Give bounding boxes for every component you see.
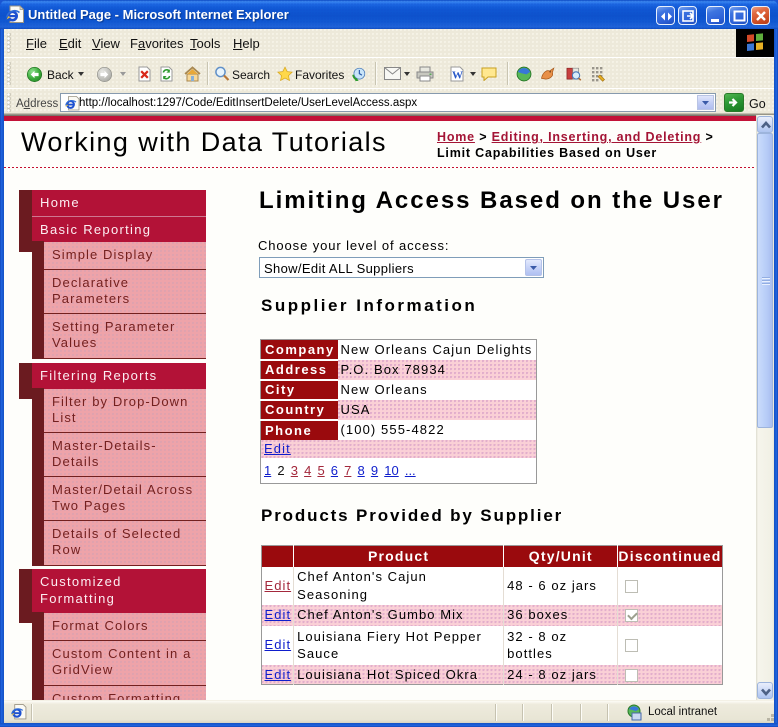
svg-text:W: W	[452, 70, 463, 82]
